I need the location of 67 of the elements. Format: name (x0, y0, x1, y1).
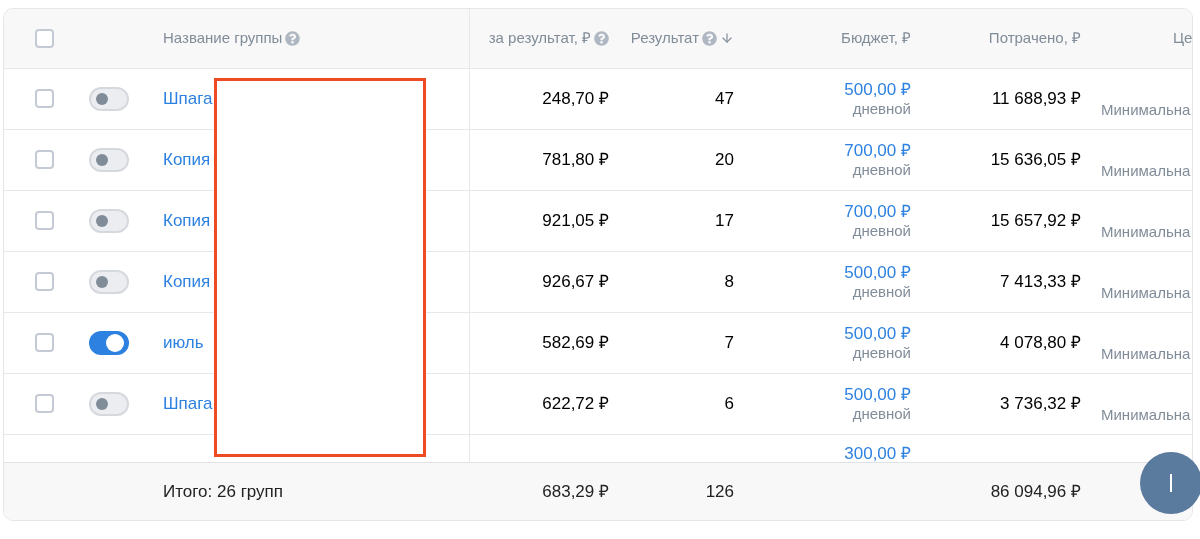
result-cell: 47 (715, 89, 734, 109)
result-cell: 17 (715, 211, 734, 231)
help-icon[interactable] (702, 30, 717, 46)
cost-cell: 622,72 ₽ (542, 394, 609, 414)
table-cell: Минимальна (1101, 406, 1191, 424)
cost-cell: 248,70 ₽ (542, 89, 609, 109)
table-cell: Минимальна (1101, 223, 1191, 241)
cost-cell: 926,67 ₽ (542, 272, 609, 292)
checkbox[interactable] (34, 211, 54, 231)
budget-period: дневной (852, 98, 911, 118)
column-header[interactable]: Потрачено, ₽ (988, 27, 1081, 50)
cursor-icon (1169, 474, 1173, 492)
group-name-link[interactable]: Шпага (163, 86, 213, 112)
checkbox[interactable] (34, 28, 54, 48)
budget-link[interactable]: 500,00 ₽ (844, 262, 911, 282)
group-name-link[interactable]: Шпага (163, 391, 213, 417)
column-header[interactable]: за результат, ₽ (488, 27, 591, 50)
total-spent: 86 094,96 ₽ (990, 481, 1081, 501)
help-icon[interactable] (285, 30, 301, 46)
cost-cell: 921,05 ₽ (542, 211, 609, 231)
group-name-link[interactable]: Копия (163, 269, 211, 295)
budget-link[interactable]: 300,00 ₽ (844, 443, 911, 463)
spent-cell: 15 657,92 ₽ (990, 211, 1081, 231)
table-cell: Минимальна (1101, 284, 1191, 302)
group-name-link[interactable]: Копия (163, 147, 211, 173)
table-cell: Минимальна (1101, 101, 1191, 119)
checkbox[interactable] (34, 272, 54, 292)
budget-period: дневной (852, 220, 911, 240)
round-action-button[interactable] (1140, 452, 1200, 514)
cost-cell: 781,80 ₽ (542, 150, 609, 170)
group-name-link[interactable]: Копия (163, 208, 211, 234)
checkbox[interactable] (34, 394, 54, 414)
budget-period: дневной (852, 403, 911, 423)
column-header[interactable]: Результат (630, 27, 699, 50)
budget-period: дневной (852, 342, 911, 362)
budget-period: дневной (852, 159, 911, 179)
column-header[interactable]: Бюджет, ₽ (841, 27, 911, 50)
cost-cell: 582,69 ₽ (542, 333, 609, 353)
total-result: 126 (705, 481, 734, 501)
total-cost: 683,29 ₽ (542, 481, 609, 501)
budget-link[interactable]: 500,00 ₽ (844, 384, 911, 404)
spent-cell: 11 688,93 ₽ (991, 89, 1081, 109)
budget-link[interactable]: 700,00 ₽ (844, 140, 911, 160)
table-cell: Минимальна (1101, 162, 1191, 180)
column-header[interactable]: Название группы (163, 27, 283, 50)
column-header[interactable]: Це (1173, 27, 1192, 50)
table-cell: Минимальна (1101, 345, 1191, 363)
result-cell: 7 (724, 333, 734, 353)
toggle-switch[interactable] (89, 330, 129, 355)
budget-period: дневной (852, 281, 911, 301)
budget-link[interactable]: 500,00 ₽ (844, 79, 911, 99)
total-label: Итого: 26 групп (163, 481, 283, 501)
result-cell: 6 (724, 394, 734, 414)
result-cell: 8 (724, 272, 734, 292)
spent-cell: 7 413,33 ₽ (1000, 272, 1081, 292)
spent-cell: 4 078,80 ₽ (1000, 333, 1081, 353)
spent-cell: 3 736,32 ₽ (1000, 394, 1081, 414)
result-cell: 20 (715, 150, 734, 170)
checkbox[interactable] (34, 150, 54, 170)
sort-down-icon[interactable] (720, 31, 734, 46)
checkbox[interactable] (34, 333, 54, 353)
budget-link[interactable]: 700,00 ₽ (844, 201, 911, 221)
group-name-link[interactable]: июль (163, 330, 204, 356)
checkbox[interactable] (34, 89, 54, 109)
help-icon[interactable] (594, 30, 609, 46)
spent-cell: 15 636,05 ₽ (990, 150, 1081, 170)
budget-link[interactable]: 500,00 ₽ (844, 323, 911, 343)
